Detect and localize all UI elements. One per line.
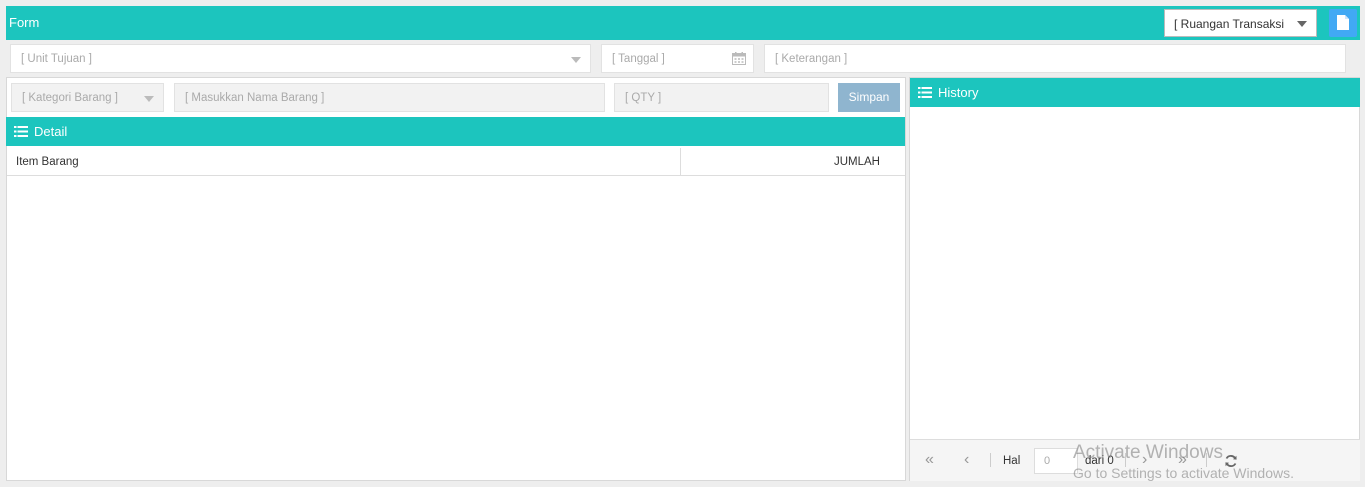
kategori-barang-select[interactable]: [ Kategori Barang ] <box>11 83 164 112</box>
prev-page-icon[interactable]: ‹ <box>964 452 969 468</box>
room-select-value: [ Ruangan Transaksi <box>1174 17 1285 31</box>
column-item-barang: Item Barang <box>16 156 79 168</box>
list-icon <box>14 126 28 137</box>
detail-header: Detail <box>6 117 905 146</box>
list-icon <box>918 87 932 98</box>
keterangan-input[interactable]: [ Keterangan ] <box>764 44 1346 73</box>
new-document-button[interactable] <box>1329 9 1357 37</box>
page-input-value: 0 <box>1044 455 1051 467</box>
simpan-button[interactable]: Simpan <box>838 83 900 112</box>
history-panel <box>909 77 1360 481</box>
chevron-down-icon <box>571 57 581 63</box>
kategori-placeholder: [ Kategori Barang ] <box>22 92 118 104</box>
first-page-icon[interactable]: « <box>925 452 934 468</box>
tanggal-input[interactable]: [ Tanggal ] <box>601 44 754 73</box>
watermark-line1: Activate Windows <box>1073 442 1223 463</box>
activate-windows-watermark: Activate Windows Go to Settings to activ… <box>1073 442 1294 481</box>
form-title: Form <box>9 15 40 30</box>
column-divider[interactable] <box>680 148 681 176</box>
room-transaction-select[interactable]: [ Ruangan Transaksi <box>1164 9 1317 37</box>
keterangan-placeholder: [ Keterangan ] <box>775 53 848 65</box>
tanggal-placeholder: [ Tanggal ] <box>612 53 665 65</box>
qty-input[interactable]: [ QTY ] <box>614 83 829 112</box>
column-jumlah: JUMLAH <box>833 156 880 168</box>
hal-label: Hal <box>1003 455 1021 467</box>
detail-title: Detail <box>34 124 68 139</box>
nama-barang-placeholder: [ Masukkan Nama Barang ] <box>185 92 325 104</box>
unit-tujuan-placeholder: [ Unit Tujuan ] <box>21 53 92 65</box>
unit-tujuan-select[interactable]: [ Unit Tujuan ] <box>10 44 591 73</box>
form-header: Form [ Ruangan Transaksi <box>6 6 1360 40</box>
watermark-line2: Go to Settings to activate Windows. <box>1073 465 1294 481</box>
page-input[interactable]: 0 <box>1034 448 1078 474</box>
qty-placeholder: [ QTY ] <box>625 92 662 104</box>
detail-table-header: Item Barang JUMLAH <box>7 148 905 176</box>
history-header: History <box>910 78 1360 107</box>
document-icon <box>1337 15 1349 30</box>
pager-divider <box>990 453 991 467</box>
chevron-down-icon <box>1297 21 1307 27</box>
nama-barang-input[interactable]: [ Masukkan Nama Barang ] <box>174 83 605 112</box>
history-title: History <box>938 85 979 100</box>
chevron-down-icon <box>144 96 154 102</box>
calendar-icon[interactable] <box>732 52 746 65</box>
